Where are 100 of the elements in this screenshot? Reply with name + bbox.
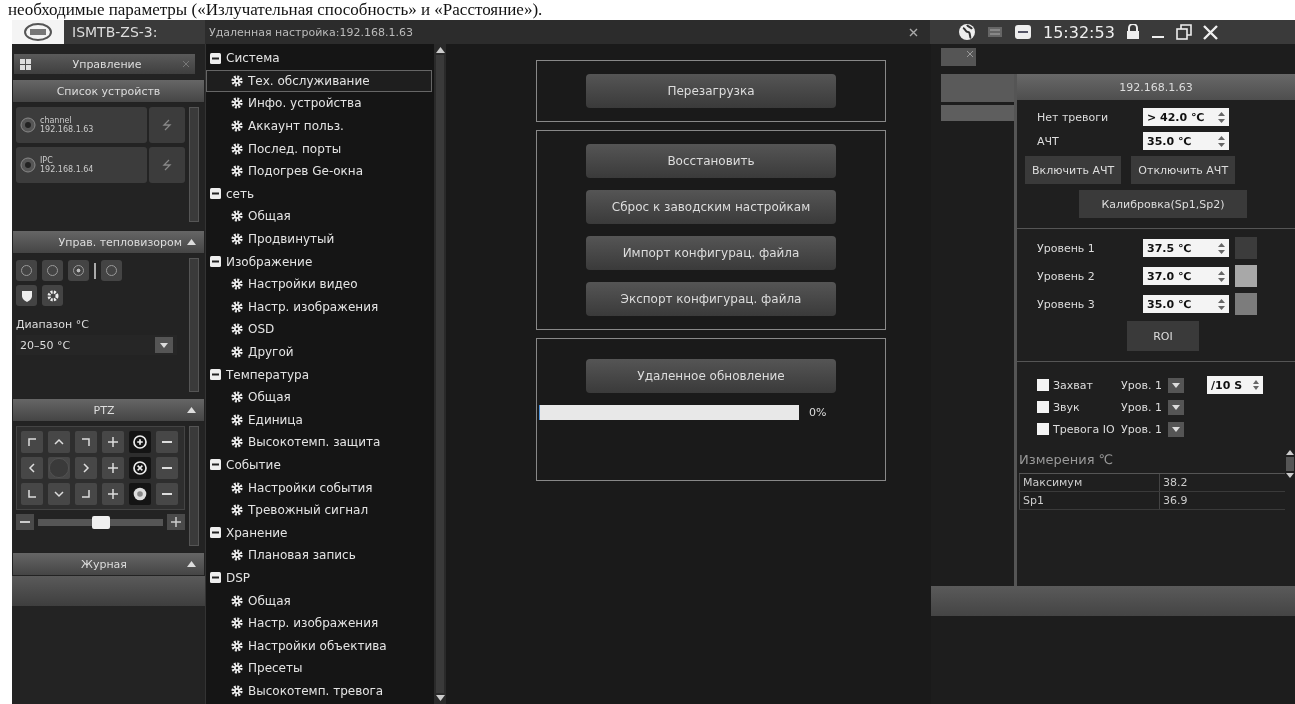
section-header[interactable]: Управ. тепловизором	[12, 230, 205, 254]
level-dropdown[interactable]: Уров. 1	[1121, 377, 1203, 393]
checkbox[interactable]	[1037, 379, 1049, 391]
scroll-thumb[interactable]	[1286, 457, 1294, 471]
spin-arrows-icon[interactable]	[1253, 380, 1259, 390]
tree-item[interactable]: Общая	[206, 385, 432, 409]
tree-item[interactable]: Тех. обслуживание	[206, 69, 432, 93]
tree-item[interactable]: Плановая запись	[206, 544, 432, 567]
restore-icon[interactable]	[1175, 24, 1192, 40]
temperature-spinbox[interactable]: > 42.0 ℃	[1143, 108, 1229, 126]
collapse-icon[interactable]	[210, 369, 221, 381]
speed-slider[interactable]	[38, 518, 163, 526]
action-button[interactable]: Перезагрузка	[586, 74, 836, 108]
tree-item[interactable]: Настр. изображения	[206, 611, 432, 635]
tree-item[interactable]: Другой	[206, 340, 432, 364]
tree-item[interactable]: OSD	[206, 318, 432, 341]
tree-item[interactable]: Единица	[206, 408, 432, 432]
panel-tab[interactable]: Управление	[14, 54, 195, 74]
circle-button[interactable]	[101, 260, 122, 281]
section-header[interactable]: Журная	[12, 552, 205, 576]
image-format-icon[interactable]	[1014, 24, 1032, 40]
collapse-icon[interactable]	[210, 188, 221, 200]
action-button[interactable]: Сброс к заводским настройкам	[586, 190, 836, 224]
tree-item[interactable]: Пресеты	[206, 657, 432, 680]
checkbox[interactable]	[1037, 401, 1049, 413]
scrollbar[interactable]	[189, 107, 199, 222]
increase-button[interactable]	[167, 514, 185, 530]
scrollbar[interactable]	[434, 44, 446, 704]
checkbox[interactable]	[1037, 423, 1049, 435]
collapse-icon[interactable]	[210, 527, 221, 539]
action-button[interactable]: Включить АЧТ	[1025, 156, 1122, 184]
scroll-up-icon[interactable]	[435, 47, 445, 53]
scroll-down-icon[interactable]	[1286, 473, 1294, 478]
decrease-button[interactable]	[16, 514, 34, 530]
tree-group[interactable]: Температура	[206, 363, 434, 386]
down-right-button[interactable]	[75, 483, 97, 505]
tree-group[interactable]: Система	[206, 47, 434, 70]
spin-arrows-icon[interactable]	[1218, 135, 1225, 147]
focus-button[interactable]	[129, 457, 151, 479]
circle-button[interactable]	[42, 260, 63, 281]
iris-out-button[interactable]	[156, 483, 178, 505]
tree-group[interactable]: DSP	[206, 566, 434, 590]
action-button[interactable]: Восстановить	[586, 144, 836, 178]
tree-item[interactable]: Инфо. устройства	[206, 92, 432, 115]
collapse-icon[interactable]	[210, 52, 221, 64]
action-button[interactable]: Импорт конфигурац. файла	[586, 236, 836, 270]
focus-out-button[interactable]	[156, 457, 178, 479]
collapse-icon[interactable]	[210, 459, 221, 471]
color-swatch[interactable]	[1235, 293, 1257, 315]
tree-group[interactable]: сеть	[206, 182, 434, 206]
zoom-out-button[interactable]	[156, 431, 178, 453]
level-dropdown[interactable]: Уров. 1	[1121, 421, 1203, 437]
close-icon[interactable]	[909, 27, 918, 37]
globe-icon[interactable]	[958, 23, 976, 41]
iris-button[interactable]	[129, 483, 151, 505]
tree-item[interactable]: Высокотемп. защита	[206, 431, 432, 454]
device-item[interactable]: channel 192.168.1.63	[16, 107, 147, 143]
down-left-button[interactable]	[21, 483, 43, 505]
level-dropdown[interactable]: Уров. 1	[1121, 399, 1203, 415]
gear-button[interactable]	[42, 285, 63, 306]
scrollbar[interactable]	[189, 426, 199, 546]
section-header[interactable]: Список устройств	[12, 79, 205, 103]
temperature-spinbox[interactable]: 35.0 ℃	[1143, 295, 1229, 313]
shield-button[interactable]	[16, 285, 37, 306]
device-item[interactable]: IPC 192.168.1.64	[16, 147, 147, 183]
tree-item[interactable]: Высокотемп. тревога	[206, 679, 432, 703]
scroll-up-icon[interactable]	[1286, 450, 1294, 455]
zoom-in-button[interactable]	[102, 431, 124, 453]
up-right-button[interactable]	[75, 431, 97, 453]
tree-group[interactable]: Событие	[206, 453, 434, 477]
tree-item[interactable]: Общая	[206, 205, 432, 228]
calibration-button[interactable]: Калибровка(Sp1,Sp2)	[1079, 190, 1247, 218]
up-button[interactable]	[48, 431, 70, 453]
tree-item[interactable]: Настройки объектива	[206, 634, 432, 658]
tree-item[interactable]: Подогрев Ge-окна	[206, 159, 432, 183]
scroll-down-icon[interactable]	[435, 695, 445, 701]
zoom-button[interactable]	[129, 431, 151, 453]
collapse-icon[interactable]	[210, 572, 221, 584]
tree-item[interactable]: Послед. порты	[206, 137, 432, 160]
temperature-spinbox[interactable]: 37.5 ℃	[1143, 239, 1229, 257]
color-swatch[interactable]	[1235, 265, 1257, 287]
tree-item[interactable]: Настр. изображения	[206, 295, 432, 319]
action-button[interactable]: Отключить АЧТ	[1131, 156, 1236, 184]
spin-arrows-icon[interactable]	[1218, 298, 1225, 310]
collapse-icon[interactable]	[210, 256, 221, 268]
down-button[interactable]	[48, 483, 70, 505]
iris-in-button[interactable]	[102, 483, 124, 505]
temperature-spinbox[interactable]: 37.0 ℃	[1143, 267, 1229, 285]
tree-item[interactable]: Настройки видео	[206, 272, 432, 296]
spin-arrows-icon[interactable]	[1218, 242, 1225, 254]
interval-spinbox[interactable]: /10 S	[1207, 376, 1263, 394]
tree-item[interactable]: Аккаунт польз.	[206, 114, 432, 138]
chip-icon[interactable]	[987, 25, 1003, 39]
right-button[interactable]	[75, 457, 97, 479]
tree-group[interactable]: Изображение	[206, 250, 434, 273]
color-swatch[interactable]	[1235, 237, 1257, 259]
tree-item[interactable]: Продвинутый	[206, 227, 432, 251]
spin-arrows-icon[interactable]	[1218, 270, 1225, 282]
circle-button[interactable]	[16, 260, 37, 281]
action-button[interactable]: Удаленное обновление	[586, 359, 836, 393]
